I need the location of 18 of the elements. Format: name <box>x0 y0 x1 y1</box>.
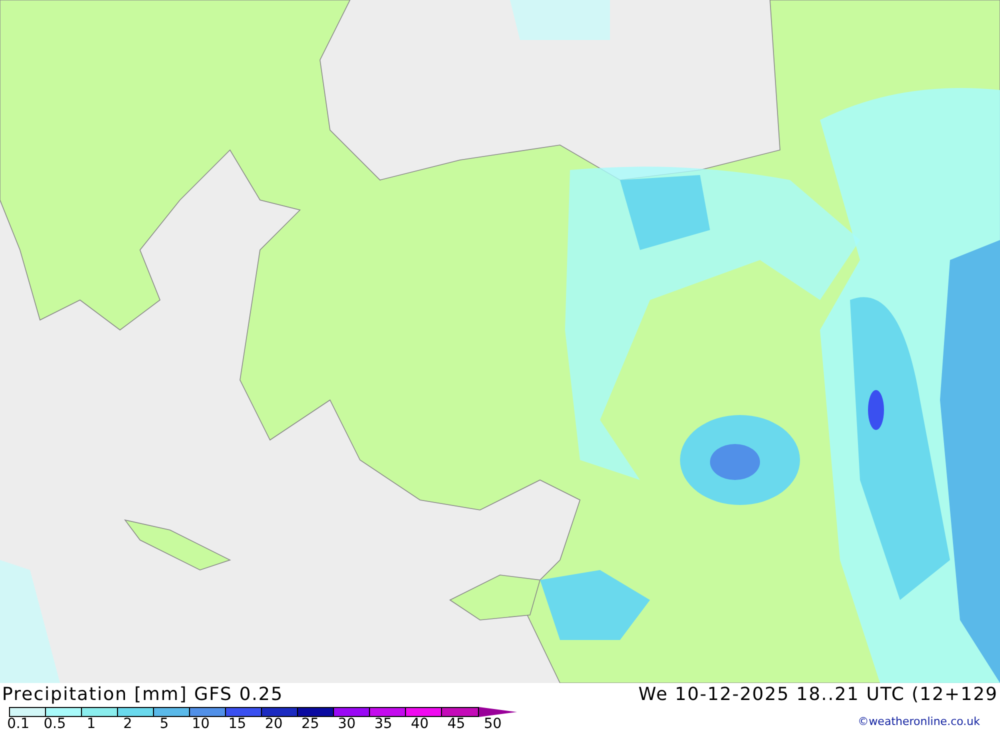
scale-label: 10 <box>190 717 211 731</box>
scale-label: 5 <box>158 717 170 731</box>
scale-arrow-icon <box>479 707 517 717</box>
scale-label: 50 <box>482 717 503 731</box>
scale-label: 30 <box>336 717 357 731</box>
scale-label: 25 <box>300 717 320 731</box>
scale-label: 15 <box>227 717 248 731</box>
scale-label: 2 <box>122 717 134 731</box>
scale-label: 1 <box>86 717 97 731</box>
scale-label: 0.1 <box>6 717 30 731</box>
scale-label: 40 <box>410 717 430 731</box>
map-title: Precipitation [mm] GFS 0.25 <box>2 683 284 707</box>
valid-time: We 10-12-2025 18..21 UTC (12+129 <box>638 683 998 707</box>
scale-label: 45 <box>446 717 466 731</box>
scale-label: 0.5 <box>42 717 67 731</box>
scale-label: 20 <box>264 717 284 731</box>
scale-label: 35 <box>373 717 394 731</box>
credit-link[interactable]: ©weatheronline.co.uk <box>858 714 980 730</box>
